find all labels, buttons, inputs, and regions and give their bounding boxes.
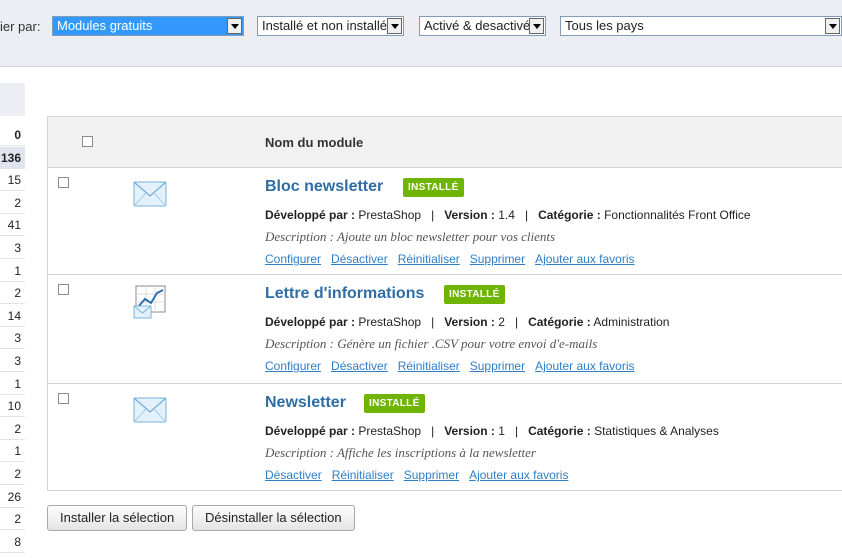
module-actions: Configurer Désactiver Réinitialiser Supprim… bbox=[265, 359, 645, 373]
category-count[interactable]: 136 bbox=[0, 147, 25, 169]
table-header: Nom du module bbox=[48, 117, 842, 168]
category-count[interactable]: 26 bbox=[0, 486, 25, 508]
module-meta: Développé par : PrestaShop | Version : 1 | C… bbox=[265, 424, 719, 438]
module-actions: Configurer Désactiver Réinitialiser Supprim… bbox=[265, 252, 645, 266]
chevron-down-icon[interactable] bbox=[387, 18, 402, 34]
chart-envelope-icon bbox=[133, 285, 167, 322]
category-count[interactable]: 3 bbox=[0, 350, 25, 372]
category-count[interactable]: 1 bbox=[0, 440, 25, 462]
deactivate-link[interactable]: Désactiver bbox=[331, 252, 388, 266]
status-badge: INSTALLÉ bbox=[403, 178, 464, 197]
delete-link[interactable]: Supprimer bbox=[470, 359, 525, 373]
row-checkbox[interactable] bbox=[58, 393, 69, 404]
module-name[interactable]: Lettre d'informations bbox=[265, 285, 424, 303]
module-description: Description : Ajoute un bloc newsletter … bbox=[265, 229, 556, 244]
deactivate-link[interactable]: Désactiver bbox=[265, 468, 322, 482]
category-count[interactable]: 2 bbox=[0, 192, 25, 214]
delete-link[interactable]: Supprimer bbox=[470, 252, 525, 266]
category-count[interactable]: 1 bbox=[0, 260, 25, 282]
reset-link[interactable]: Réinitialiser bbox=[398, 359, 460, 373]
configure-link[interactable]: Configurer bbox=[265, 252, 321, 266]
category-count[interactable]: 41 bbox=[0, 214, 25, 236]
reset-link[interactable]: Réinitialiser bbox=[332, 468, 394, 482]
uninstall-selection-button[interactable]: Désinstaller la sélection bbox=[192, 505, 355, 531]
table-row: Lettre d'informations INSTALLÉ Développé… bbox=[48, 275, 842, 384]
country-value: Tous les pays bbox=[565, 18, 644, 33]
category-count[interactable]: 0 bbox=[0, 124, 25, 146]
active-status-select[interactable]: Activé & desactivé bbox=[419, 16, 546, 36]
module-description: Description : Affiche les inscriptions à… bbox=[265, 445, 536, 460]
category-count[interactable]: 8 bbox=[0, 531, 25, 553]
module-meta: Développé par : PrestaShop | Version : 1.4… bbox=[265, 208, 751, 222]
reset-link[interactable]: Réinitialiser bbox=[398, 252, 460, 266]
row-checkbox[interactable] bbox=[58, 284, 69, 295]
column-title-module-name: Nom du module bbox=[265, 135, 364, 150]
add-favorite-link[interactable]: Ajouter aux favoris bbox=[469, 468, 568, 482]
status-badge: INSTALLÉ bbox=[364, 394, 425, 413]
chevron-down-icon[interactable] bbox=[529, 18, 544, 34]
category-header bbox=[0, 83, 25, 116]
add-favorite-link[interactable]: Ajouter aux favoris bbox=[535, 359, 634, 373]
status-badge: INSTALLÉ bbox=[444, 285, 505, 304]
table-row: Bloc newsletter INSTALLÉ Développé par :… bbox=[48, 168, 842, 275]
module-name[interactable]: Newsletter bbox=[265, 394, 346, 412]
category-count[interactable]: 14 bbox=[0, 305, 25, 327]
envelope-icon bbox=[133, 397, 167, 426]
filter-label: ier par: bbox=[0, 19, 41, 34]
configure-link[interactable]: Configurer bbox=[265, 359, 321, 373]
active-status-value: Activé & desactivé bbox=[424, 18, 531, 33]
deactivate-link[interactable]: Désactiver bbox=[331, 359, 388, 373]
category-count[interactable]: 2 bbox=[0, 463, 25, 485]
category-count[interactable]: 3 bbox=[0, 237, 25, 259]
category-count[interactable]: 10 bbox=[0, 395, 25, 417]
chevron-down-icon[interactable] bbox=[227, 18, 242, 34]
delete-link[interactable]: Supprimer bbox=[404, 468, 459, 482]
module-type-value: Modules gratuits bbox=[57, 18, 153, 33]
envelope-icon bbox=[133, 181, 167, 210]
category-count[interactable]: 1 bbox=[0, 373, 25, 395]
module-actions: Désactiver Réinitialiser Supprimer Ajouter … bbox=[265, 468, 578, 482]
category-count[interactable]: 2 bbox=[0, 508, 25, 530]
module-name[interactable]: Bloc newsletter bbox=[265, 178, 383, 196]
row-checkbox[interactable] bbox=[58, 177, 69, 188]
category-count[interactable]: 2 bbox=[0, 418, 25, 440]
category-count[interactable]: 15 bbox=[0, 169, 25, 191]
module-description: Description : Génère un fichier .CSV pou… bbox=[265, 336, 598, 351]
install-status-value: Installé et non installé bbox=[262, 18, 388, 33]
category-count[interactable]: 3 bbox=[0, 327, 25, 349]
category-count[interactable]: 2 bbox=[0, 282, 25, 304]
country-select[interactable]: Tous les pays bbox=[560, 16, 842, 36]
install-selection-button[interactable]: Installer la sélection bbox=[47, 505, 188, 531]
select-all-checkbox[interactable] bbox=[82, 136, 93, 147]
table-row: Newsletter INSTALLÉ Développé par : Pres… bbox=[48, 384, 842, 490]
chevron-down-icon[interactable] bbox=[825, 18, 840, 34]
install-status-select[interactable]: Installé et non installé bbox=[257, 16, 404, 36]
module-meta: Développé par : PrestaShop | Version : 2 | C… bbox=[265, 315, 670, 329]
add-favorite-link[interactable]: Ajouter aux favoris bbox=[535, 252, 634, 266]
filter-bar: ier par: Modules gratuits Installé et no… bbox=[0, 0, 842, 67]
module-type-select[interactable]: Modules gratuits bbox=[52, 16, 244, 36]
module-table: Nom du module Bloc newsletter INSTALLÉ D… bbox=[47, 116, 842, 491]
